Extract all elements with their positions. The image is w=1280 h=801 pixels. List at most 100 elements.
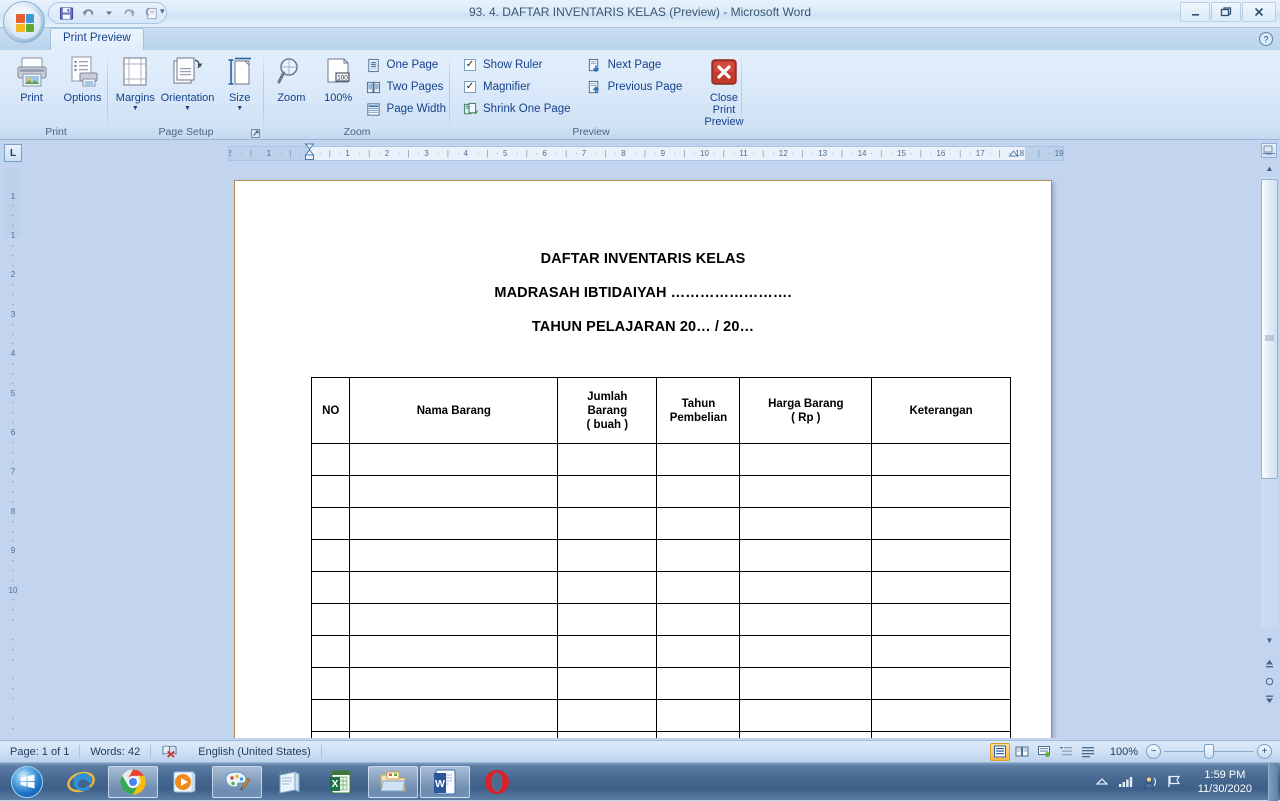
print-button[interactable]: Print [6, 50, 57, 104]
table-cell-nama-barang[interactable] [350, 732, 558, 739]
table-cell-no[interactable] [312, 444, 350, 476]
view-full-screen-reading-button[interactable] [1012, 743, 1032, 761]
vertical-ruler[interactable]: 112345678910----------------------------… [5, 168, 21, 738]
table-cell-jumlah-barang[interactable] [558, 700, 657, 732]
undo-dropdown-icon[interactable] [99, 4, 118, 22]
zoom-slider-track[interactable] [1164, 744, 1254, 759]
status-language[interactable]: English (United States) [188, 741, 321, 763]
zoom-100-button[interactable]: 100 100% [315, 50, 362, 104]
table-cell-tahun-pembelian[interactable] [657, 572, 740, 604]
restore-button[interactable] [1211, 2, 1241, 22]
table-cell-keterangan[interactable] [872, 604, 1011, 636]
table-cell-harga-barang[interactable] [740, 508, 872, 540]
page-setup-dialog-launcher-icon[interactable] [250, 127, 262, 139]
taskbar-item-file-explorer[interactable] [368, 766, 418, 798]
indent-marker-left[interactable] [304, 143, 313, 158]
zoom-out-button[interactable]: − [1146, 744, 1161, 759]
redo-icon[interactable] [120, 4, 139, 22]
view-outline-button[interactable] [1056, 743, 1076, 761]
margins-chevron-down-icon[interactable]: ▼ [132, 105, 139, 113]
table-cell-nama-barang[interactable] [350, 700, 558, 732]
table-cell-jumlah-barang[interactable] [558, 508, 657, 540]
zoom-slider-thumb[interactable] [1204, 744, 1214, 759]
table-cell-harga-barang[interactable] [740, 636, 872, 668]
view-draft-button[interactable] [1078, 743, 1098, 761]
show-hidden-icons-icon[interactable] [1094, 774, 1110, 790]
status-page-count[interactable]: Page: 1 of 1 [0, 741, 79, 763]
taskbar-item-google-chrome[interactable] [108, 766, 158, 798]
table-row[interactable] [312, 732, 1011, 739]
undo-icon[interactable] [78, 4, 97, 22]
table-cell-jumlah-barang[interactable] [558, 572, 657, 604]
save-icon[interactable] [57, 4, 76, 22]
close-print-preview-button[interactable]: Close Print Preview [704, 50, 743, 128]
size-button[interactable]: Size ▼ [215, 50, 264, 113]
table-cell-keterangan[interactable] [872, 444, 1011, 476]
table-row[interactable] [312, 540, 1011, 572]
speakers-icon[interactable] [1142, 774, 1158, 790]
table-cell-no[interactable] [312, 636, 350, 668]
table-cell-tahun-pembelian[interactable] [657, 604, 740, 636]
table-cell-nama-barang[interactable] [350, 540, 558, 572]
customize-qat-icon[interactable]: ▾ [160, 6, 165, 17]
split-window-button[interactable] [1261, 143, 1277, 158]
shrink-one-page-button[interactable]: Shrink One Page [458, 99, 575, 119]
one-page-button[interactable]: One Page [362, 55, 450, 75]
taskbar-item-internet-explorer[interactable] [56, 766, 106, 798]
table-cell-nama-barang[interactable] [350, 508, 558, 540]
table-row[interactable] [312, 700, 1011, 732]
status-proofing-button[interactable] [151, 741, 188, 763]
table-row[interactable] [312, 476, 1011, 508]
magnifier-checkbox[interactable]: ✓ Magnifier [458, 77, 575, 97]
table-cell-harga-barang[interactable] [740, 668, 872, 700]
table-cell-no[interactable] [312, 572, 350, 604]
table-row[interactable] [312, 668, 1011, 700]
two-pages-button[interactable]: Two Pages [362, 77, 450, 97]
page-width-button[interactable]: Page Width [362, 99, 450, 119]
table-cell-harga-barang[interactable] [740, 572, 872, 604]
table-cell-harga-barang[interactable] [740, 540, 872, 572]
inventory-table[interactable]: NONama BarangJumlahBarang( buah )TahunPe… [311, 377, 1011, 738]
tab-stop-selector[interactable]: L [4, 144, 22, 162]
zoom-slider[interactable]: − + [1146, 744, 1280, 759]
show-desktop-button[interactable] [1268, 763, 1278, 801]
table-cell-keterangan[interactable] [872, 732, 1011, 739]
taskbar-item-paint[interactable] [212, 766, 262, 798]
minimize-button[interactable] [1180, 2, 1210, 22]
document-canvas[interactable]: DAFTAR INVENTARIS KELAS MADRASAH IBTIDAI… [22, 166, 1258, 738]
table-cell-keterangan[interactable] [872, 668, 1011, 700]
taskbar-item-excel[interactable]: X [316, 766, 366, 798]
zoom-in-button[interactable]: + [1257, 744, 1272, 759]
horizontal-ruler[interactable]: 2112345678910111213141516171819·|··|··|·… [228, 146, 1064, 161]
view-print-layout-button[interactable] [990, 743, 1010, 761]
table-cell-keterangan[interactable] [872, 636, 1011, 668]
table-row[interactable] [312, 604, 1011, 636]
next-page-scroll-button[interactable] [1261, 691, 1278, 707]
table-cell-no[interactable] [312, 476, 350, 508]
scroll-down-button[interactable]: ▼ [1261, 633, 1278, 648]
table-cell-keterangan[interactable] [872, 700, 1011, 732]
status-word-count[interactable]: Words: 42 [80, 741, 150, 763]
size-chevron-down-icon[interactable]: ▼ [236, 105, 243, 113]
table-cell-jumlah-barang[interactable] [558, 732, 657, 739]
orientation-button[interactable]: Orientation ▼ [160, 50, 216, 113]
table-cell-tahun-pembelian[interactable] [657, 476, 740, 508]
table-cell-harga-barang[interactable] [740, 444, 872, 476]
taskbar-item-notepad[interactable] [264, 766, 314, 798]
table-row[interactable] [312, 636, 1011, 668]
tab-print-preview[interactable]: Print Preview [50, 28, 144, 50]
table-cell-no[interactable] [312, 732, 350, 739]
zoom-button[interactable]: Zoom [268, 50, 315, 104]
status-zoom-level[interactable]: 100% [1102, 746, 1146, 758]
scroll-up-button[interactable]: ▲ [1261, 161, 1278, 176]
start-button[interactable] [0, 764, 54, 800]
print-preview-icon[interactable] [141, 4, 160, 22]
select-browse-object-button[interactable] [1261, 673, 1278, 689]
table-cell-tahun-pembelian[interactable] [657, 732, 740, 739]
table-cell-tahun-pembelian[interactable] [657, 444, 740, 476]
options-button[interactable]: Options [57, 50, 108, 104]
table-cell-keterangan[interactable] [872, 572, 1011, 604]
table-cell-tahun-pembelian[interactable] [657, 540, 740, 572]
table-cell-nama-barang[interactable] [350, 476, 558, 508]
close-button[interactable] [1242, 2, 1276, 22]
